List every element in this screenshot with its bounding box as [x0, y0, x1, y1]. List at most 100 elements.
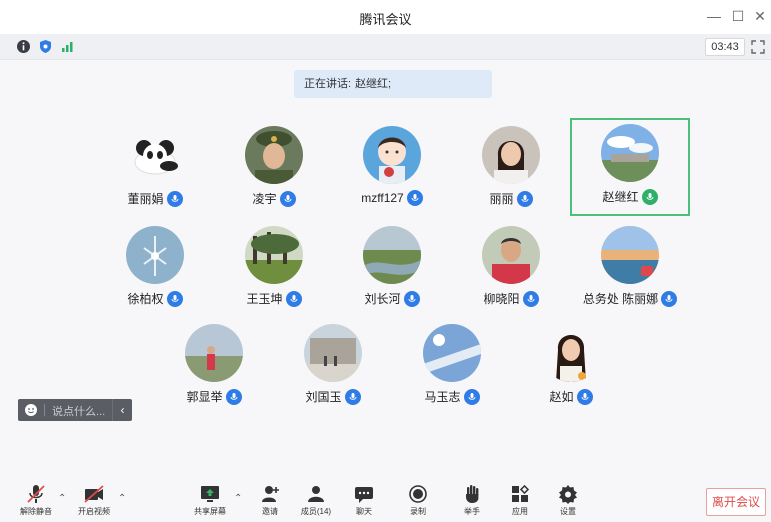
chat-button[interactable]: 聊天 [344, 484, 384, 520]
participant-name: 刘长河 [364, 292, 401, 306]
close-button[interactable]: ✕ [752, 7, 768, 25]
sky-landscape-icon [601, 124, 659, 182]
unmute-label: 解除静音 [20, 507, 52, 516]
participant-tile[interactable]: 柳晓阳 [451, 220, 571, 318]
participant-name: 徐柏权 [127, 292, 164, 306]
invite-icon [262, 486, 279, 502]
mic-icon [166, 190, 183, 207]
participant-name: 郭显举 [186, 390, 223, 404]
raise-hand-label: 举手 [464, 507, 480, 516]
settings-button[interactable]: 设置 [548, 484, 588, 520]
mic-icon [285, 290, 302, 307]
mic-active-icon [641, 188, 658, 205]
settings-label: 设置 [560, 507, 576, 516]
emoji-icon[interactable] [24, 403, 38, 417]
frost-icon [126, 226, 184, 284]
participant-tile[interactable]: 王玉坤 [214, 220, 334, 318]
members-button[interactable]: 成员(14) [296, 484, 336, 520]
participant-tile[interactable]: mzff127 [332, 120, 452, 218]
cartoon-girl-icon [363, 126, 421, 184]
shield-icon[interactable] [38, 39, 53, 54]
start-video-button[interactable]: 开启视频 [74, 484, 114, 520]
river-icon [363, 226, 421, 284]
leave-meeting-button[interactable]: 离开会议 [706, 488, 766, 516]
chat-icon [355, 487, 373, 503]
participant-tile[interactable]: 董丽娟 [95, 120, 215, 218]
invite-button[interactable]: 邀请 [250, 484, 290, 520]
man-portrait-icon [482, 226, 540, 284]
participant-tile[interactable]: 凌宇 [214, 120, 334, 218]
info-icon[interactable] [16, 39, 31, 54]
record-button[interactable]: 录制 [398, 484, 438, 520]
participant-tile[interactable]: 总务处 陈丽娜 [570, 220, 690, 318]
sky-icon [423, 324, 481, 382]
control-bar: 解除静音 ⌃ 开启视频 ⌃ 共享屏幕 ⌃ 邀请 成员(14) 聊天 录制 举手 … [0, 478, 771, 522]
building-icon [304, 324, 362, 382]
mic-icon [463, 388, 480, 405]
mic-icon [344, 388, 361, 405]
speaking-name: 赵继红; [355, 78, 392, 90]
apps-label: 应用 [512, 507, 528, 516]
mic-icon [279, 190, 296, 207]
speaking-indicator: 正在讲话: 赵继红; [294, 70, 492, 98]
mic-icon [406, 190, 423, 206]
trees-icon [245, 226, 303, 284]
woman-portrait-icon [482, 126, 540, 184]
participant-name: 赵继红 [602, 190, 639, 204]
camera-off-icon [84, 485, 104, 503]
uniform-portrait-icon [245, 126, 303, 184]
panda-icon [126, 126, 184, 184]
speaking-label: 正在讲话: [304, 78, 352, 90]
participant-name: 王玉坤 [246, 292, 283, 306]
participant-tile[interactable]: 丽丽 [451, 120, 571, 218]
participant-tile[interactable]: 刘国玉 [273, 318, 393, 416]
participant-tile[interactable]: 刘长河 [332, 220, 452, 318]
fullscreen-icon[interactable] [751, 40, 765, 54]
participant-tile[interactable]: 马玉志 [392, 318, 512, 416]
mic-muted-icon [27, 485, 45, 503]
mic-icon [166, 290, 183, 307]
chat-quick-input[interactable]: 说点什么... ‹ [18, 399, 132, 421]
participant-name: 刘国玉 [305, 390, 342, 404]
record-icon [409, 485, 427, 503]
mic-icon [522, 290, 539, 307]
chat-label: 聊天 [356, 507, 372, 516]
members-label: 成员(14) [300, 507, 332, 516]
title-bar: 腾讯会议 — ☐ ✕ [0, 0, 771, 34]
participant-name: mzff127 [361, 191, 404, 205]
share-screen-icon [201, 486, 219, 502]
share-options-chevron-icon[interactable]: ⌃ [234, 494, 244, 504]
unmute-button[interactable]: 解除静音 [16, 484, 56, 520]
window-title: 腾讯会议 [359, 12, 412, 27]
gear-icon [559, 485, 577, 504]
record-label: 录制 [410, 507, 426, 516]
woman-long-hair-icon [542, 324, 600, 382]
maximize-button[interactable]: ☐ [730, 7, 746, 25]
chat-placeholder[interactable]: 说点什么... [52, 403, 105, 419]
mic-icon [661, 290, 678, 307]
participant-name: 马玉志 [424, 390, 461, 404]
invite-label: 邀请 [262, 507, 278, 516]
collapse-chat-button[interactable]: ‹ [112, 399, 132, 421]
signal-icon[interactable] [60, 39, 75, 54]
participant-tile[interactable]: 徐柏权 [95, 220, 215, 318]
apps-button[interactable]: 应用 [500, 484, 540, 520]
participant-tile[interactable]: 郭显举 [154, 318, 274, 416]
participant-name: 赵如 [549, 390, 574, 404]
audio-options-chevron-icon[interactable]: ⌃ [58, 494, 68, 504]
participant-name: 凌宇 [252, 192, 277, 206]
video-options-chevron-icon[interactable]: ⌃ [118, 494, 128, 504]
mic-icon [225, 388, 242, 405]
participant-tile[interactable]: 赵如 [511, 318, 631, 416]
start-video-label: 开启视频 [78, 507, 110, 516]
mic-icon [403, 290, 420, 307]
raise-hand-button[interactable]: 举手 [452, 484, 492, 520]
share-screen-button[interactable]: 共享屏幕 [190, 484, 230, 520]
members-icon [308, 486, 324, 502]
sunset-icon [601, 226, 659, 284]
participant-tile-speaking[interactable]: 赵继红 [570, 118, 690, 216]
meeting-timer: 03:43 [705, 38, 745, 56]
mic-icon [516, 190, 533, 207]
raise-hand-icon [466, 485, 479, 503]
minimize-button[interactable]: — [706, 7, 722, 25]
